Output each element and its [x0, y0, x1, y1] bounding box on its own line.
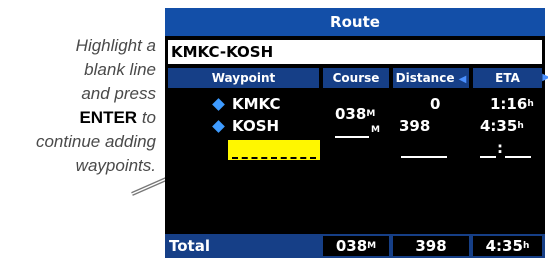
- page-title: Route: [165, 8, 545, 36]
- route-name-field[interactable]: KMKC-KOSH: [168, 40, 542, 64]
- total-eta-number: 4:35: [485, 237, 523, 255]
- waypoint-column-header: Waypoint: [168, 68, 319, 88]
- total-bar: Total 038M 398 4:35h: [165, 234, 545, 258]
- distance-number: 0: [430, 95, 441, 113]
- distance-value: 0: [430, 95, 440, 113]
- distance-header-label: Distance: [395, 71, 455, 85]
- eta-unit: h: [527, 99, 534, 109]
- course-number: 038: [335, 105, 367, 123]
- scroll-right-icon[interactable]: ▶: [542, 68, 548, 88]
- course-value: 038M: [335, 105, 375, 123]
- eta-blank-separator: :: [497, 139, 503, 157]
- diamond-icon: [212, 120, 225, 133]
- total-course-number: 038: [335, 237, 368, 255]
- distance-value: 398: [399, 117, 430, 135]
- eta-number: 1:16: [490, 95, 528, 113]
- eta-header-label: ETA: [495, 71, 520, 85]
- course-column-header: Course: [323, 68, 389, 88]
- course-unit-blank: M: [371, 121, 380, 139]
- total-label: Total: [169, 237, 210, 255]
- eta-value: 4:35h: [480, 117, 524, 135]
- blank-waypoint-row-selected[interactable]: [228, 140, 320, 160]
- distance-number: 398: [399, 117, 431, 135]
- waypoint-name: KOSH: [232, 117, 280, 135]
- eta-value: 1:16h: [490, 95, 534, 113]
- total-distance-number: 398: [415, 237, 447, 255]
- eta-number: 4:35: [480, 117, 518, 135]
- eta-unit: h: [517, 121, 524, 131]
- total-eta: 4:35h: [473, 236, 542, 256]
- course-blank-line: [335, 136, 369, 138]
- eta-blank-hours: [480, 156, 496, 158]
- distance-blank-line: [401, 156, 447, 158]
- route-screen: Route KMKC-KOSH Waypoint Course Distance…: [165, 8, 548, 258]
- scroll-left-icon[interactable]: ◀: [459, 74, 467, 85]
- total-distance: 398: [393, 236, 469, 256]
- course-unit: M: [366, 109, 376, 119]
- blank-waypoint-placeholder: [232, 157, 316, 159]
- waypoint-name: KMKC: [232, 95, 281, 113]
- total-course: 038M: [323, 236, 389, 256]
- eta-blank-minutes: [505, 156, 531, 158]
- total-course-unit: M: [367, 241, 377, 251]
- distance-column-header: Distance ◀: [393, 68, 469, 88]
- diamond-icon: [212, 98, 225, 111]
- total-eta-unit: h: [522, 241, 530, 251]
- eta-column-header: ETA ▶: [473, 68, 548, 88]
- course-unit: M: [371, 125, 380, 135]
